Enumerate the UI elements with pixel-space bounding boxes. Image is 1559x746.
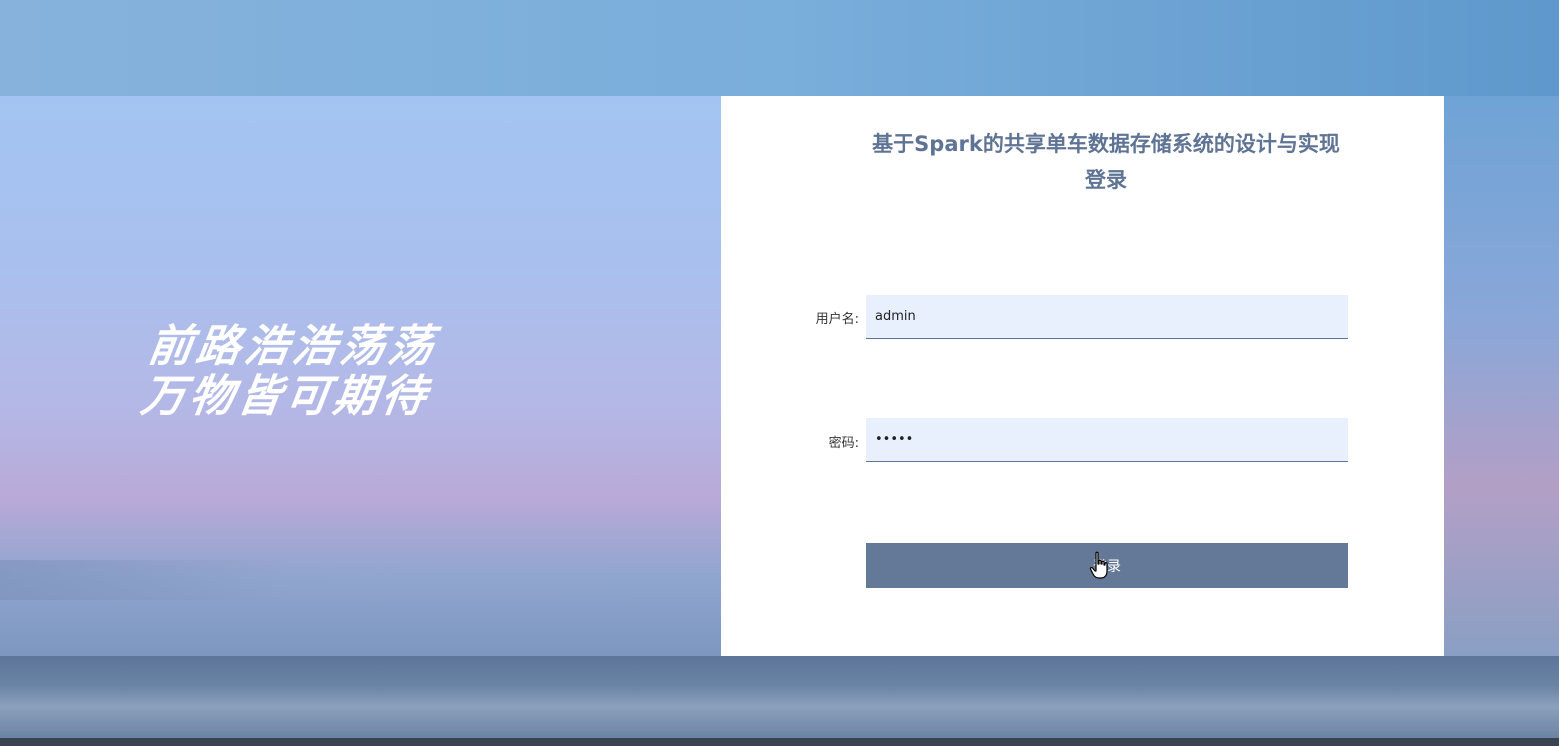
login-title: 基于Spark的共享单车数据存储系统的设计与实现 登录 xyxy=(821,126,1391,198)
slogan-line-2: 万物皆可期待 xyxy=(137,371,434,422)
hero-slogan: 前路浩浩荡荡 万物皆可期待 xyxy=(137,321,592,422)
sky-background-right xyxy=(1444,96,1559,656)
password-input[interactable] xyxy=(866,418,1348,462)
horizon-haze xyxy=(0,560,721,600)
login-card: 基于Spark的共享单车数据存储系统的设计与实现 登录 用户名: 密码: 登录 xyxy=(721,96,1444,656)
sky-background xyxy=(0,0,1559,96)
hand-pointer-icon xyxy=(1089,551,1108,579)
system-title: 基于Spark的共享单车数据存储系统的设计与实现 xyxy=(872,132,1340,156)
username-label: 用户名: xyxy=(815,312,859,327)
password-label: 密码: xyxy=(828,436,859,451)
login-heading: 登录 xyxy=(1085,168,1127,192)
slogan-line-1: 前路浩浩荡荡 xyxy=(145,321,441,372)
username-input[interactable] xyxy=(866,295,1348,339)
page-background: 前路浩浩荡荡 万物皆可期待 基于Spark的共享单车数据存储系统的设计与实现 登… xyxy=(0,0,1559,746)
sea-background xyxy=(0,656,1559,740)
bottom-bar xyxy=(0,738,1559,746)
